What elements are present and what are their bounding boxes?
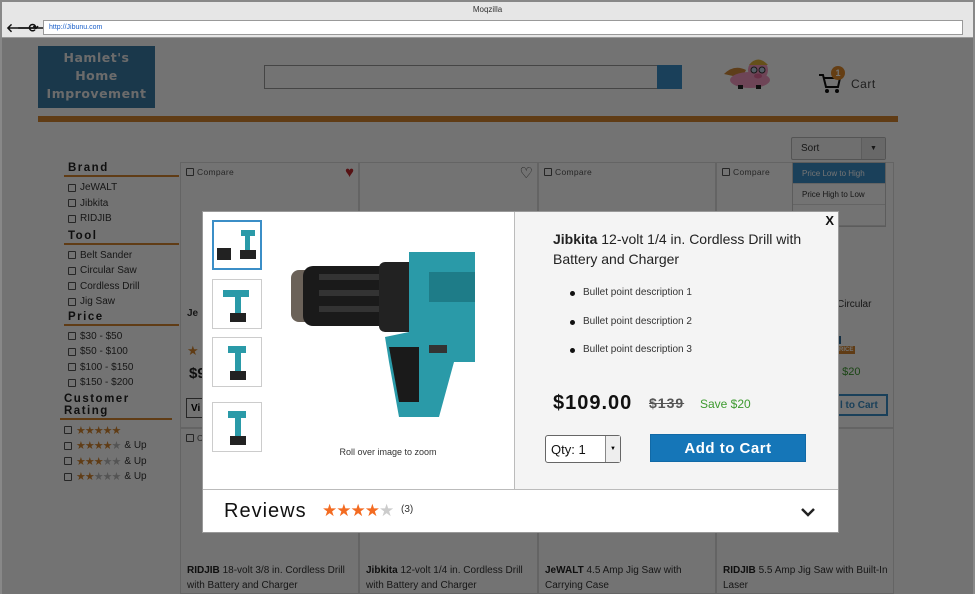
browser-window: Moqzilla 🡐 🡒 ⟳ http://Jibunu.com Hamlet'… xyxy=(0,0,975,594)
product-title: Jibkita 12-volt 1/4 in. Cordless Drill w… xyxy=(553,229,828,269)
star-filled-icon: ★ xyxy=(364,501,380,520)
drill-thumbnail-icon xyxy=(228,346,246,380)
product-details: X Jibkita 12-volt 1/4 in. Cordless Drill… xyxy=(515,212,838,489)
product-brand: Jibkita xyxy=(553,231,598,247)
bullet-text: Bullet point description 2 xyxy=(583,315,692,327)
bullet-icon xyxy=(570,319,575,325)
bullet-item: Bullet point description 3 xyxy=(570,344,692,373)
bullet-item: Bullet point description 1 xyxy=(570,287,692,316)
reload-icon[interactable]: ⟳ xyxy=(28,21,39,35)
drill-thumbnail-icon xyxy=(223,290,249,322)
back-icon[interactable]: 🡐 xyxy=(6,21,38,35)
star-filled-icon: ★ xyxy=(322,501,337,520)
reviews-accordion[interactable]: Reviews ★★★★★ (3) xyxy=(203,489,838,532)
close-button[interactable]: X xyxy=(825,213,834,228)
window-title: Moqzilla xyxy=(2,2,973,18)
thumbnail[interactable] xyxy=(212,220,262,270)
forward-icon[interactable]: 🡒 xyxy=(17,21,49,35)
bullet-icon xyxy=(570,348,575,353)
image-gallery: Roll over image to zoom xyxy=(203,212,515,489)
drill-thumbnail-icon xyxy=(228,411,246,445)
caret-down-icon[interactable]: ▼ xyxy=(605,436,620,462)
star-empty-icon: ★ xyxy=(379,501,394,520)
url-bar[interactable]: http://Jibunu.com xyxy=(43,20,963,35)
quantity-label: Qty: 1 xyxy=(551,442,586,457)
current-price: $109.00 xyxy=(553,392,633,414)
page: Hamlet's Home Improvement 1 Cart xyxy=(2,38,973,594)
bullet-icon xyxy=(570,291,575,296)
reviews-label: Reviews xyxy=(224,500,307,522)
original-price: $139 xyxy=(649,395,685,411)
drill-kit-thumbnail-icon xyxy=(217,230,256,260)
review-stars: ★★★★★ xyxy=(322,501,394,521)
star-filled-icon: ★ xyxy=(336,501,351,520)
bullet-list: Bullet point description 1 Bullet point … xyxy=(570,287,692,373)
bullet-text: Bullet point description 3 xyxy=(583,344,692,355)
star-filled-icon: ★ xyxy=(350,501,366,520)
thumbnail[interactable] xyxy=(212,337,262,387)
bullet-text: Bullet point description 1 xyxy=(583,287,692,298)
chevron-down-icon[interactable] xyxy=(800,504,816,520)
thumbnail[interactable] xyxy=(212,402,262,452)
bullet-item: Bullet point description 2 xyxy=(570,316,692,345)
add-to-cart-button[interactable]: Add to Cart xyxy=(650,434,806,462)
quick-view-modal: Roll over image to zoom X Jibkita 12-vol… xyxy=(202,211,839,533)
nav-bar: 🡐 🡒 ⟳ http://Jibunu.com xyxy=(2,18,973,38)
review-count: (3) xyxy=(401,504,414,515)
product-image[interactable] xyxy=(289,252,475,418)
thumbnail[interactable] xyxy=(212,279,262,329)
quantity-select[interactable]: Qty: 1 ▼ xyxy=(545,435,621,463)
savings-text: Save $20 xyxy=(700,397,751,411)
